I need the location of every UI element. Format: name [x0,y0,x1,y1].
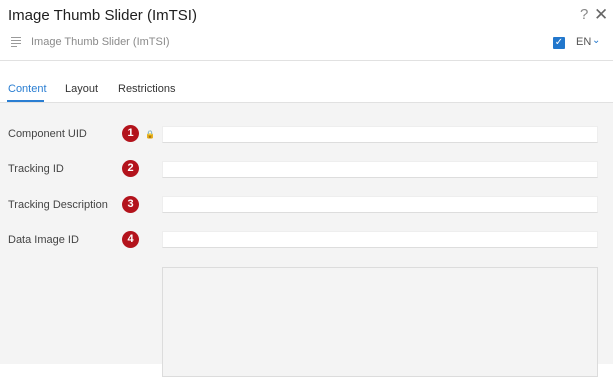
chevron-down-icon[interactable]: ⌄ [592,35,600,46]
tab-layout[interactable]: Layout [65,83,98,95]
close-icon[interactable]: ✕ [594,6,608,23]
component-uid-label: Component UID [8,128,87,140]
dialog-subtitle: Image Thumb Slider (ImTSI) [31,36,170,48]
tracking-id-label: Tracking ID [8,163,64,175]
tracking-description-input[interactable] [162,196,598,213]
component-uid-input[interactable] [162,126,598,143]
tab-content[interactable]: Content [8,83,47,95]
tab-bar: Content Layout Restrictions [0,61,613,103]
active-tab-indicator [7,100,44,102]
dialog-header: Image Thumb Slider (ImTSI) ? ✕ Image Thu… [0,0,613,61]
image-drop-area[interactable] [162,267,598,377]
language-checkbox[interactable]: ✓ [553,37,565,49]
dialog-title: Image Thumb Slider (ImTSI) [8,7,197,24]
list-lines-icon [11,37,21,49]
tracking-description-label: Tracking Description [8,199,108,211]
help-icon[interactable]: ? [580,6,588,23]
callout-badge-3: 3 [122,196,139,213]
callout-badge-2: 2 [122,160,139,177]
callout-badge-1: 1 [122,125,139,142]
content-panel: Component UID 1 🔒 Tracking ID 2 Tracking… [0,103,613,377]
language-select[interactable]: EN [576,36,591,48]
tracking-id-input[interactable] [162,161,598,178]
tab-restrictions[interactable]: Restrictions [118,83,175,95]
callout-badge-4: 4 [122,231,139,248]
data-image-id-label: Data Image ID [8,234,79,246]
data-image-id-input[interactable] [162,231,598,248]
lock-icon: 🔒 [145,130,155,139]
